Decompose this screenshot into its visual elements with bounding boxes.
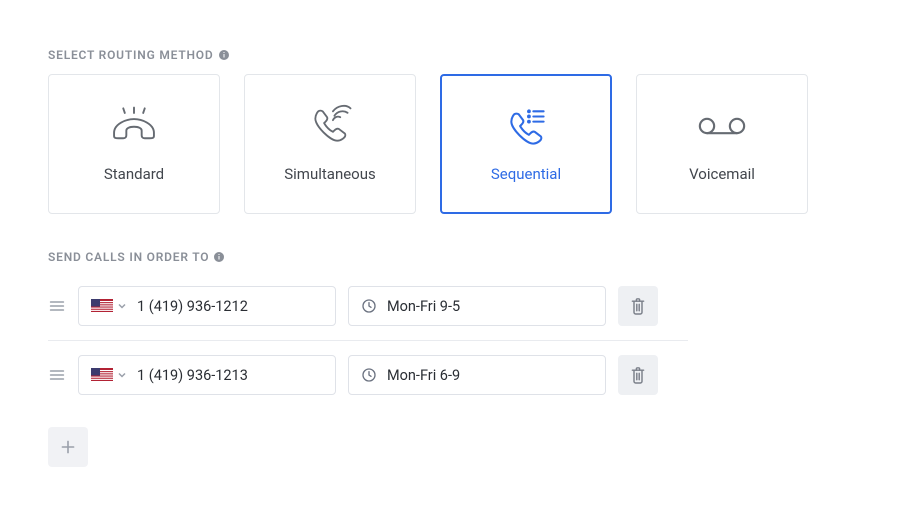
- method-label: Voicemail: [689, 165, 755, 183]
- routing-method-options: Standard Simultaneous Sequentia: [48, 74, 852, 214]
- schedule-input[interactable]: Mon-Fri 9-5: [348, 286, 606, 326]
- call-rule-row: 1 (419) 936-1212 Mon-Fri 9-5: [48, 276, 852, 336]
- method-card-standard[interactable]: Standard: [48, 74, 220, 214]
- trash-icon: [630, 366, 646, 384]
- add-rule-button[interactable]: [48, 427, 88, 467]
- info-icon[interactable]: [218, 49, 230, 61]
- send-calls-title: SEND CALLS IN ORDER TO: [48, 250, 852, 264]
- plus-icon: [60, 439, 76, 455]
- drag-handle-icon[interactable]: [48, 299, 66, 313]
- method-label: Sequential: [491, 165, 561, 183]
- country-selector[interactable]: [91, 368, 127, 382]
- chevron-down-icon: [117, 372, 127, 378]
- phone-list-icon: [503, 105, 549, 147]
- routing-method-title-text: SELECT ROUTING METHOD: [48, 48, 214, 62]
- phone-number-value: 1 (419) 936-1212: [137, 298, 248, 315]
- delete-button[interactable]: [618, 355, 658, 395]
- us-flag-icon: [91, 299, 113, 313]
- divider: [48, 340, 688, 341]
- routing-method-title: SELECT ROUTING METHOD: [48, 48, 852, 62]
- clock-icon: [361, 298, 377, 314]
- method-label: Standard: [104, 165, 164, 183]
- schedule-value: Mon-Fri 6-9: [387, 367, 460, 384]
- schedule-input[interactable]: Mon-Fri 6-9: [348, 355, 606, 395]
- phone-number-value: 1 (419) 936-1213: [137, 367, 248, 384]
- info-icon[interactable]: [213, 251, 225, 263]
- schedule-value: Mon-Fri 9-5: [387, 298, 460, 315]
- clock-icon: [361, 367, 377, 383]
- method-card-sequential[interactable]: Sequential: [440, 74, 612, 214]
- phone-hangup-icon: [111, 105, 157, 147]
- call-rule-row: 1 (419) 936-1213 Mon-Fri 6-9: [48, 345, 852, 405]
- phone-input[interactable]: 1 (419) 936-1212: [78, 286, 336, 326]
- voicemail-icon: [697, 105, 747, 147]
- us-flag-icon: [91, 368, 113, 382]
- drag-handle-icon[interactable]: [48, 368, 66, 382]
- phone-radiate-icon: [308, 105, 352, 147]
- country-selector[interactable]: [91, 299, 127, 313]
- method-label: Simultaneous: [284, 165, 376, 183]
- trash-icon: [630, 297, 646, 315]
- chevron-down-icon: [117, 303, 127, 309]
- send-calls-title-text: SEND CALLS IN ORDER TO: [48, 250, 209, 264]
- method-card-voicemail[interactable]: Voicemail: [636, 74, 808, 214]
- phone-input[interactable]: 1 (419) 936-1213: [78, 355, 336, 395]
- method-card-simultaneous[interactable]: Simultaneous: [244, 74, 416, 214]
- delete-button[interactable]: [618, 286, 658, 326]
